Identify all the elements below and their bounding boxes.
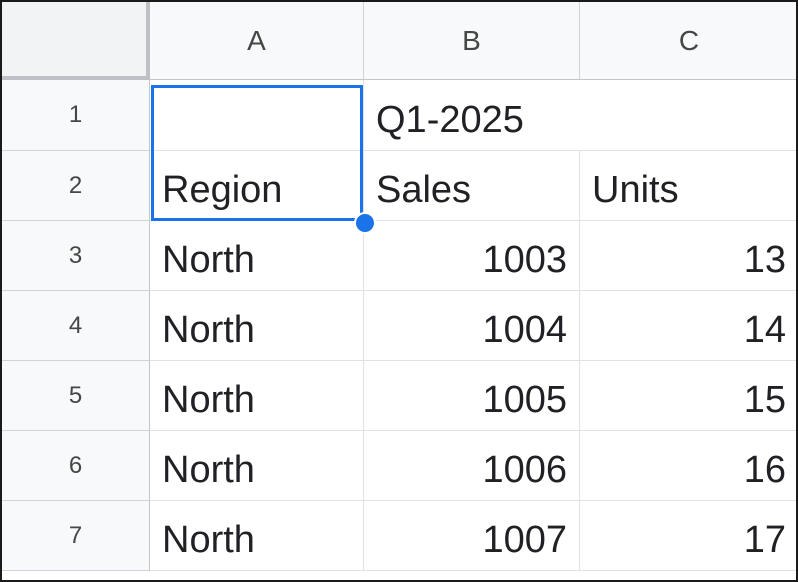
cell-a1[interactable] bbox=[150, 80, 364, 151]
cell-b4[interactable]: 1004 bbox=[364, 291, 580, 361]
cell-a6[interactable]: North bbox=[150, 431, 364, 501]
row-header-6[interactable]: 6 bbox=[2, 431, 150, 501]
row-header-5[interactable]: 5 bbox=[2, 361, 150, 431]
cell-b5[interactable]: 1005 bbox=[364, 361, 580, 431]
row-header-3[interactable]: 3 bbox=[2, 221, 150, 291]
cell-b3[interactable]: 1003 bbox=[364, 221, 580, 291]
cell-a4[interactable]: North bbox=[150, 291, 364, 361]
fill-handle[interactable] bbox=[354, 212, 376, 234]
cell-c7[interactable]: 17 bbox=[580, 501, 796, 571]
column-header-b[interactable]: B bbox=[364, 2, 580, 80]
cell-b1[interactable]: Q1-2025 bbox=[364, 80, 580, 151]
cell-c1[interactable] bbox=[580, 80, 796, 151]
row-header-1[interactable]: 1 bbox=[2, 80, 150, 151]
select-all-corner[interactable] bbox=[2, 2, 150, 80]
row-header-7[interactable]: 7 bbox=[2, 501, 150, 571]
cell-c2[interactable]: Units bbox=[580, 151, 796, 221]
cell-b6[interactable]: 1006 bbox=[364, 431, 580, 501]
cell-a5[interactable]: North bbox=[150, 361, 364, 431]
cell-c5[interactable]: 15 bbox=[580, 361, 796, 431]
cell-a3[interactable]: North bbox=[150, 221, 364, 291]
cell-b2[interactable]: Sales bbox=[364, 151, 580, 221]
cell-b7[interactable]: 1007 bbox=[364, 501, 580, 571]
cell-c3[interactable]: 13 bbox=[580, 221, 796, 291]
column-header-c[interactable]: C bbox=[580, 2, 796, 80]
column-header-a[interactable]: A bbox=[150, 2, 364, 80]
cell-c6[interactable]: 16 bbox=[580, 431, 796, 501]
cell-c4[interactable]: 14 bbox=[580, 291, 796, 361]
row-header-2[interactable]: 2 bbox=[2, 151, 150, 221]
spreadsheet-grid: A B C 1 2 3 4 5 6 7 Q1-2025 Region Sales… bbox=[0, 0, 798, 582]
row-header-4[interactable]: 4 bbox=[2, 291, 150, 361]
cell-a2[interactable]: Region bbox=[150, 151, 364, 221]
cell-a7[interactable]: North bbox=[150, 501, 364, 571]
